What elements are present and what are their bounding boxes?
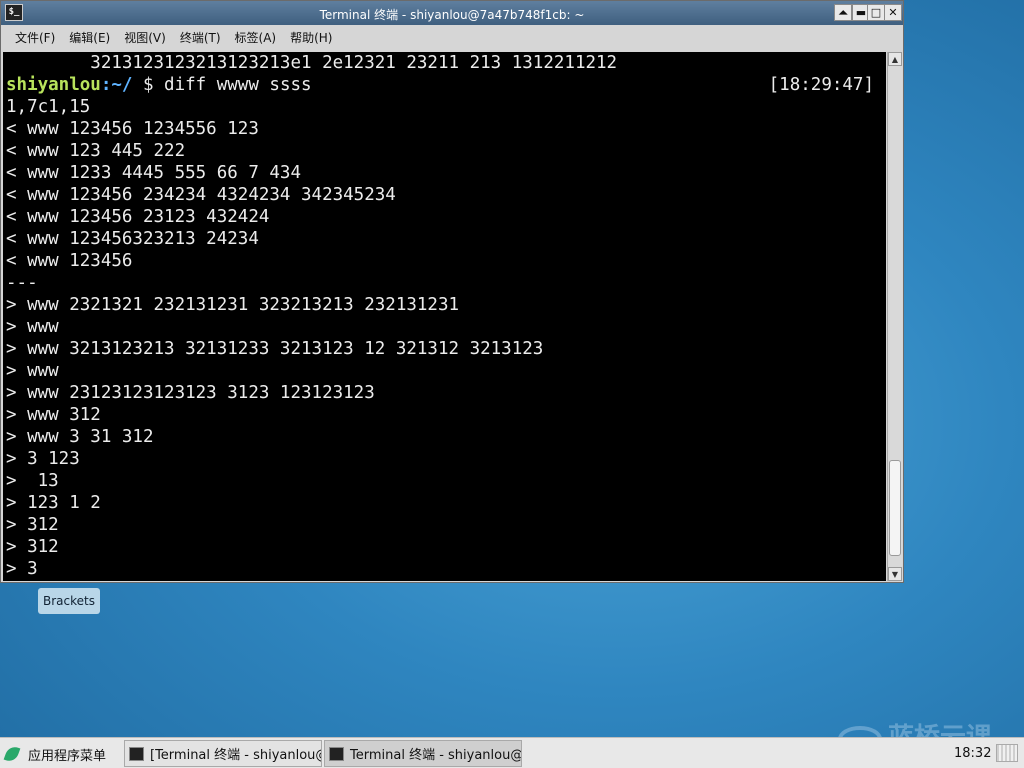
taskbar-item-label: Terminal 终端 - shiyanlou@… <box>350 748 522 763</box>
terminal-line: > www <box>6 361 59 381</box>
terminal-line: < www 123 445 222 <box>6 141 186 161</box>
maximize-button[interactable]: □ <box>867 4 885 21</box>
terminal-line: > 123 1 2 <box>6 493 101 513</box>
scroll-up-icon[interactable]: ▲ <box>888 52 902 66</box>
terminal-line: > www 23123123123123 3123 123123123 <box>6 383 375 403</box>
desktop-icon-brackets[interactable]: Brackets <box>38 588 100 614</box>
terminal-line: < www 123456 <box>6 251 133 271</box>
prompt-line: shiyanlou:~/ $ diff wwww ssss [18:29:47] <box>6 74 886 96</box>
terminal-icon <box>329 746 344 761</box>
terminal-line: > www 3213123213 32131233 3213123 12 321… <box>6 339 544 359</box>
close-button[interactable]: ✕ <box>884 4 902 21</box>
terminal-line: > www <box>6 317 59 337</box>
menu-view[interactable]: 视图(V) <box>118 29 172 46</box>
keyboard-icon[interactable] <box>996 744 1018 762</box>
terminal-line: > 312 <box>6 515 59 535</box>
terminal-line: > 3 123 <box>6 449 80 469</box>
menu-terminal[interactable]: 终端(T) <box>174 29 227 46</box>
menu-bar: 文件(F) 编辑(E) 视图(V) 终端(T) 标签(A) 帮助(H) <box>1 25 903 50</box>
scroll-down-icon[interactable]: ▼ <box>888 567 902 581</box>
terminal-line: 3213123123213123213e1 2e12321 23211 213 … <box>6 53 618 73</box>
terminal-output[interactable]: 3213123123213123213e1 2e12321 23211 213 … <box>3 52 886 581</box>
terminal-line: < www 1233 4445 555 66 7 434 <box>6 163 302 183</box>
terminal-window: $_ Terminal 终端 - shiyanlou@7a47b748f1cb:… <box>0 0 904 583</box>
applications-menu-button[interactable]: 应用程序菜单 <box>3 742 107 766</box>
terminal-icon <box>129 746 144 761</box>
window-title: Terminal 终端 - shiyanlou@7a47b748f1cb: ~ <box>319 8 585 22</box>
prompt-time: [18:29:47] <box>768 75 874 95</box>
terminal-line: > 3 <box>6 559 38 579</box>
menu-file[interactable]: 文件(F) <box>9 29 61 46</box>
prompt-user: shiyanlou <box>6 75 101 95</box>
taskbar-item-terminal-1[interactable]: [Terminal 终端 - shiyanlou@… <box>124 740 322 767</box>
taskbar-item-label: [Terminal 终端 - shiyanlou@… <box>150 748 321 763</box>
leaf-logo-icon <box>3 744 21 764</box>
terminal-line: < www 123456 23123 432424 <box>6 207 270 227</box>
taskbar: 应用程序菜单 [Terminal 终端 - shiyanlou@… Termin… <box>0 737 1024 768</box>
applications-menu-label: 应用程序菜单 <box>28 748 107 764</box>
prompt-path: :~/ <box>100 75 133 95</box>
terminal-line: > 312 <box>6 537 59 557</box>
taskbar-clock[interactable]: 18:32 <box>954 746 991 761</box>
terminal-line: > www 3 31 312 <box>6 427 154 447</box>
menu-edit[interactable]: 编辑(E) <box>63 29 116 46</box>
taskbar-item-terminal-2[interactable]: Terminal 终端 - shiyanlou@… <box>324 740 522 767</box>
window-titlebar[interactable]: $_ Terminal 终端 - shiyanlou@7a47b748f1cb:… <box>1 1 903 25</box>
terminal-line: < www 123456 234234 4324234 342345234 <box>6 185 396 205</box>
shade-button[interactable]: ⏶ <box>834 4 852 21</box>
scrollbar-thumb[interactable] <box>889 460 901 556</box>
terminal-line: --- <box>6 273 38 293</box>
terminal-scrollbar[interactable]: ▲ ▼ <box>887 52 902 581</box>
terminal-line: > www 312 <box>6 405 101 425</box>
prompt-command: $ diff wwww ssss <box>132 75 312 95</box>
menu-tabs[interactable]: 标签(A) <box>229 29 283 46</box>
terminal-line: < www 123456 1234556 123 <box>6 119 259 139</box>
terminal-line: > www 2321321 232131231 323213213 232131… <box>6 295 460 315</box>
terminal-line: < www 123456323213 24234 <box>6 229 259 249</box>
terminal-line: > 13 <box>6 471 59 491</box>
terminal-line: 1,7c1,15 <box>6 97 91 117</box>
menu-help[interactable]: 帮助(H) <box>284 29 338 46</box>
